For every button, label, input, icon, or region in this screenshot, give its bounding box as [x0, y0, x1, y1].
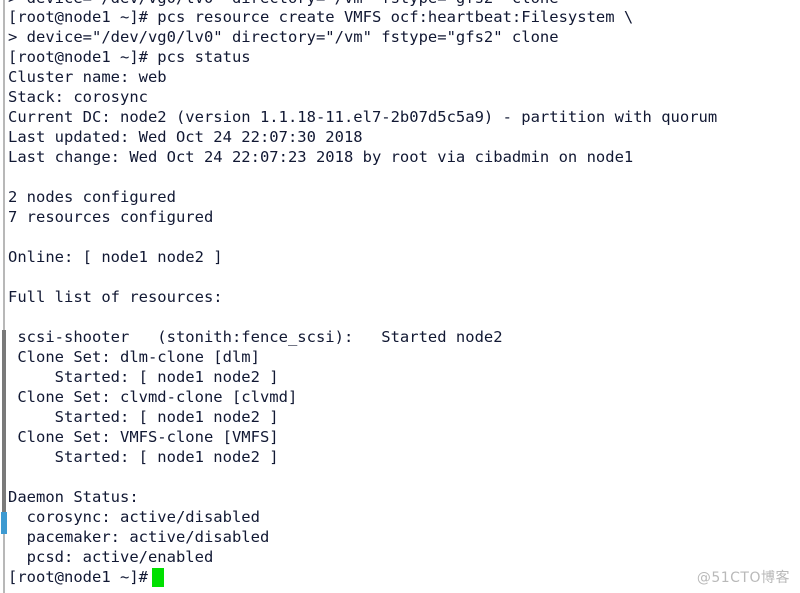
terminal-window: > device="/dev/vg0/lv0" directory="/vm" … [0, 0, 800, 593]
terminal-line: Full list of resources: [8, 288, 223, 306]
terminal-line: corosync: active/disabled [8, 508, 260, 526]
terminal-line: pcsd: active/enabled [8, 548, 214, 566]
terminal-output-area[interactable]: > device="/dev/vg0/lv0" directory="/vm" … [8, 0, 800, 593]
terminal-line: Daemon Status: [8, 488, 139, 506]
terminal-line: Clone Set: VMFS-clone [VMFS] [8, 428, 279, 446]
terminal-line: [root@node1 ~]# pcs resource create VMFS… [8, 8, 634, 26]
terminal-line: Started: [ node1 node2 ] [8, 448, 279, 466]
terminal-line: Clone Set: dlm-clone [dlm] [8, 348, 260, 366]
scrollbar-thumb[interactable] [2, 330, 6, 530]
terminal-line: Stack: corosync [8, 88, 148, 106]
terminal-line-list: [root@node1 ~]# pcs resource create VMFS… [8, 7, 800, 587]
terminal-line: pacemaker: active/disabled [8, 528, 270, 546]
terminal-line: Started: [ node1 node2 ] [8, 368, 279, 386]
terminal-line: Clone Set: clvmd-clone [clvmd] [8, 388, 298, 406]
terminal-line: scsi-shooter (stonith:fence_scsi): Start… [8, 328, 503, 346]
terminal-line: Last change: Wed Oct 24 22:07:23 2018 by… [8, 148, 634, 166]
terminal-line: Current DC: node2 (version 1.1.18-11.el7… [8, 108, 718, 126]
scrollbar-position-marker[interactable] [1, 512, 7, 534]
watermark-label: @51CTO博客 [696, 570, 790, 586]
terminal-line: Started: [ node1 node2 ] [8, 408, 279, 426]
terminal-cursor [152, 568, 164, 587]
terminal-line: Last updated: Wed Oct 24 22:07:30 2018 [8, 128, 363, 146]
terminal-line: 7 resources configured [8, 208, 214, 226]
vertical-scrollbar[interactable] [0, 0, 8, 593]
terminal-line: [root@node1 ~]# [8, 568, 158, 586]
terminal-line: > device="/dev/vg0/lv0" directory="/vm" … [8, 28, 559, 46]
terminal-line: Online: [ node1 node2 ] [8, 248, 223, 266]
terminal-line: Cluster name: web [8, 68, 167, 86]
terminal-line: 2 nodes configured [8, 188, 176, 206]
terminal-line: [root@node1 ~]# pcs status [8, 48, 251, 66]
